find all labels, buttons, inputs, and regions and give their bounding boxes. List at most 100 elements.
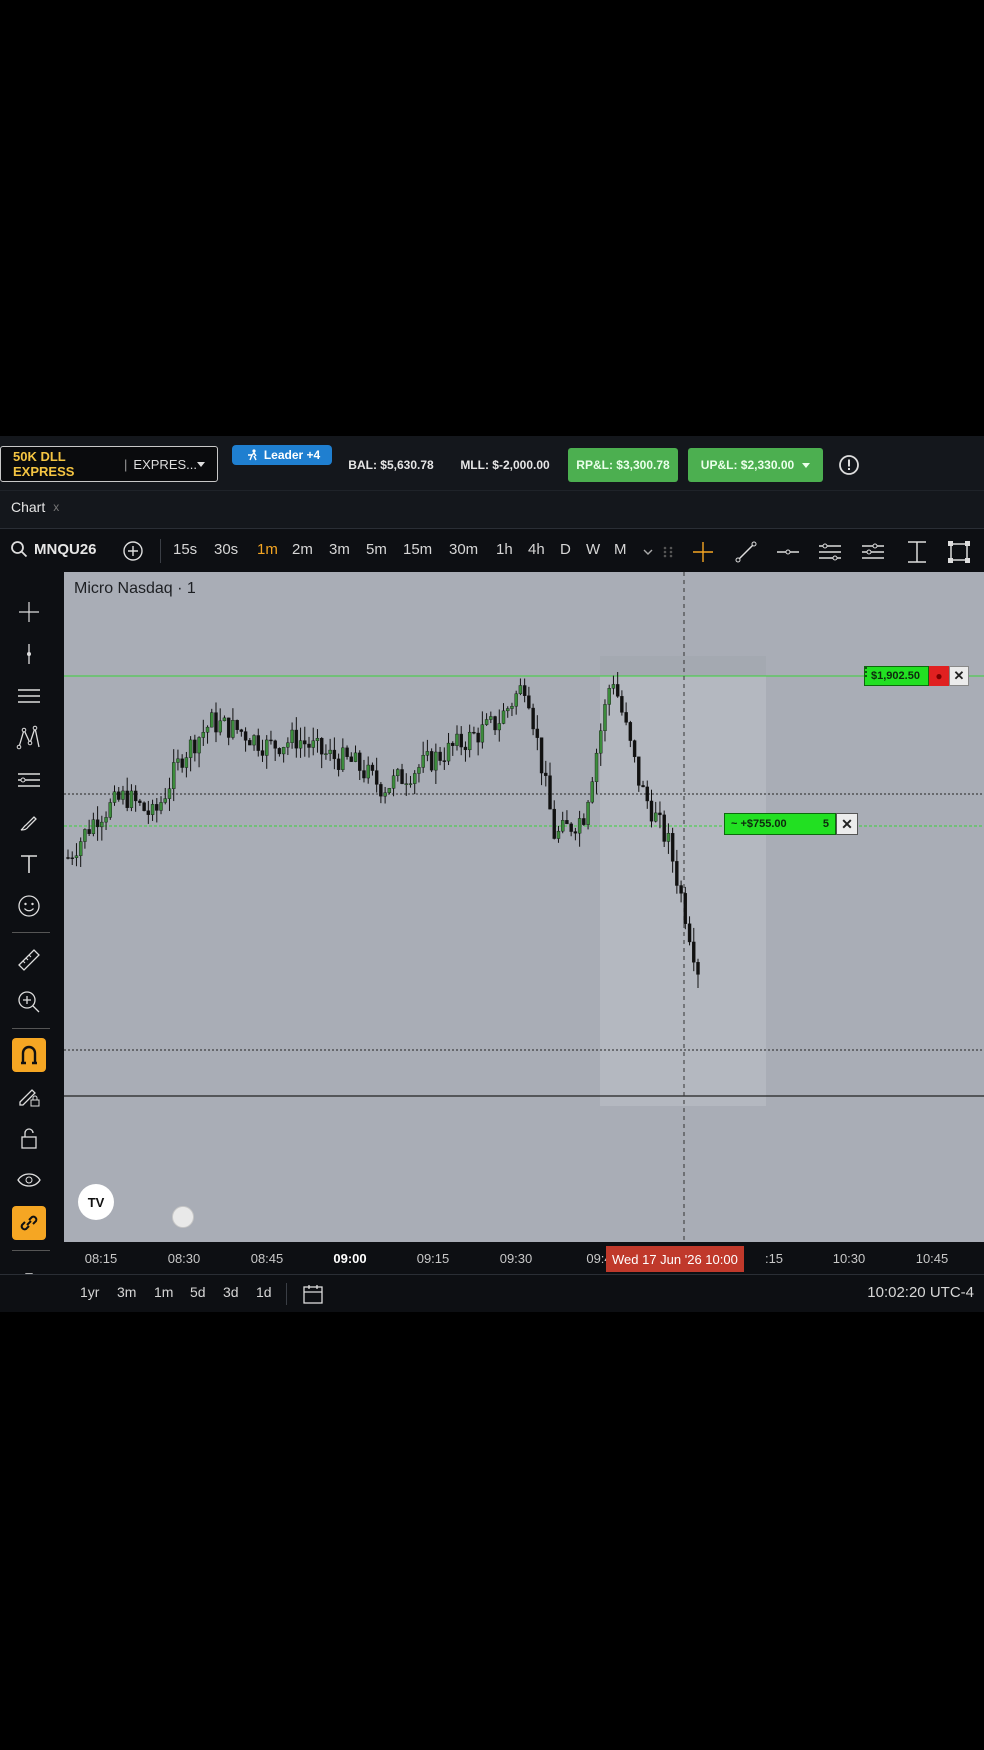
fib-tool[interactable] [15, 766, 43, 794]
position-close-button[interactable]: ✕ [836, 813, 858, 835]
interval-1m[interactable]: 1m [257, 541, 278, 558]
candle-body [138, 800, 142, 803]
interval-4h[interactable]: 4h [528, 541, 545, 558]
zoom-in-tool[interactable] [15, 988, 43, 1016]
candle-body [531, 707, 535, 730]
fullscreen-icon[interactable] [946, 539, 972, 565]
drawing-toolbar [0, 572, 58, 1312]
lock-pencil-tool[interactable] [15, 1082, 43, 1110]
lines-tool[interactable] [15, 682, 43, 710]
chart-canvas[interactable] [64, 572, 984, 1242]
lock-pencil-icon [19, 1089, 40, 1107]
range-1m[interactable]: 1m [154, 1284, 173, 1300]
leader-badge[interactable]: Leader +4 [232, 445, 332, 465]
chevron-down-icon[interactable] [640, 539, 656, 565]
candle-body [273, 740, 277, 749]
vertical-range-icon[interactable] [904, 539, 930, 565]
toolbar-divider [12, 1250, 50, 1251]
crosshair-tool[interactable] [15, 598, 43, 626]
candle-body [214, 712, 218, 733]
lightning-icon[interactable] [172, 1206, 194, 1228]
range-1d[interactable]: 1d [256, 1284, 272, 1300]
calendar-icon[interactable] [302, 1283, 324, 1305]
unrealized-pnl-dropdown[interactable]: UP&L: $2,330.00 [688, 448, 823, 482]
crosshair-icon[interactable] [690, 539, 716, 565]
interval-15s[interactable]: 15s [173, 541, 197, 558]
tab-chart[interactable]: Chart x [11, 499, 59, 515]
symbol-search[interactable]: MNQU26 [10, 540, 130, 558]
candle-body [480, 724, 485, 743]
candle-body [265, 739, 269, 756]
candle-body [641, 785, 645, 788]
time-axis[interactable]: 08:15 08:30 08:45 09:00 09:15 09:30 09:4… [64, 1242, 984, 1274]
candle-body [687, 923, 692, 943]
candle-body [146, 810, 151, 815]
candle-body [205, 726, 210, 733]
toolbar-divider [160, 539, 161, 563]
chart-pane[interactable]: Micro Nasdaq · 1 $1,902.50 ● ✕ ~ +$755.0… [64, 572, 984, 1242]
candle-body [628, 722, 633, 741]
horizontal-line-icon[interactable] [775, 539, 801, 565]
time-tick: 10:45 [915, 1251, 949, 1266]
candle-body [607, 688, 611, 705]
horizontal-lines-icon[interactable] [817, 539, 843, 565]
drag-handle-icon[interactable] [660, 539, 676, 565]
time-tick: 08:15 [84, 1251, 118, 1266]
alert-icon[interactable] [838, 454, 860, 476]
candle-body [281, 747, 286, 755]
ruler-tool[interactable] [15, 946, 43, 974]
indicators-icon[interactable] [860, 539, 886, 565]
order-side-marker[interactable]: ● [928, 666, 949, 686]
order-price-tag[interactable]: $1,902.50 [864, 666, 929, 686]
order-label-price[interactable]: $1,902.50 ● ✕ [864, 666, 969, 686]
range-1yr[interactable]: 1yr [80, 1284, 99, 1300]
candle-body [539, 737, 544, 774]
fib-icon [18, 773, 40, 787]
text-tool[interactable] [15, 850, 43, 878]
position-pnl-tag[interactable]: ~ +$755.00 5 [724, 813, 836, 835]
trend-line-icon[interactable] [733, 539, 759, 565]
magnet-tool[interactable] [12, 1038, 46, 1072]
candle-body [417, 767, 421, 774]
position-pnl: ~ +$755.00 [731, 818, 787, 830]
cursor-line-tool[interactable] [15, 640, 43, 668]
close-icon[interactable]: x [53, 500, 59, 514]
candle-body [434, 751, 438, 771]
symbol-input[interactable]: MNQU26 [34, 541, 97, 558]
add-symbol-icon[interactable] [122, 540, 144, 562]
unrealized-pnl-label: UP&L: $2,330.00 [700, 458, 795, 472]
candle-body [573, 831, 578, 834]
candle-body [396, 769, 400, 777]
interval-w[interactable]: W [586, 541, 600, 558]
account-selector[interactable]: 50K DLL EXPRESS | EXPRES... [0, 446, 218, 482]
order-cancel-button[interactable]: ✕ [948, 666, 969, 686]
interval-d[interactable]: D [560, 541, 571, 558]
interval-2m[interactable]: 2m [292, 541, 313, 558]
balance-stat: BAL: $5,630.78 [348, 458, 434, 472]
interval-3m[interactable]: 3m [329, 541, 350, 558]
interval-1h[interactable]: 1h [496, 541, 513, 558]
candle-body [172, 762, 176, 789]
candle-body [243, 731, 248, 741]
interval-15m[interactable]: 15m [403, 541, 432, 558]
emoji-tool[interactable] [15, 892, 43, 920]
range-3d[interactable]: 3d [223, 1284, 239, 1300]
candle-body [235, 720, 239, 730]
pattern-tool[interactable] [15, 724, 43, 752]
candle-body [188, 739, 193, 758]
interval-m[interactable]: M [614, 541, 627, 558]
link-tool[interactable] [12, 1206, 46, 1240]
brush-tool[interactable] [15, 808, 43, 836]
position-label[interactable]: ~ +$755.00 5 ✕ [724, 813, 858, 835]
candle-body [408, 783, 413, 785]
eye-tool[interactable] [15, 1166, 43, 1194]
tradingview-logo[interactable]: TV [78, 1184, 114, 1220]
lock-tool[interactable] [15, 1124, 43, 1152]
range-3m[interactable]: 3m [117, 1284, 136, 1300]
interval-30m[interactable]: 30m [449, 541, 478, 558]
candle-body [286, 742, 290, 748]
interval-30s[interactable]: 30s [214, 541, 238, 558]
interval-5m[interactable]: 5m [366, 541, 387, 558]
range-5d[interactable]: 5d [190, 1284, 206, 1300]
candle-body [231, 720, 235, 738]
